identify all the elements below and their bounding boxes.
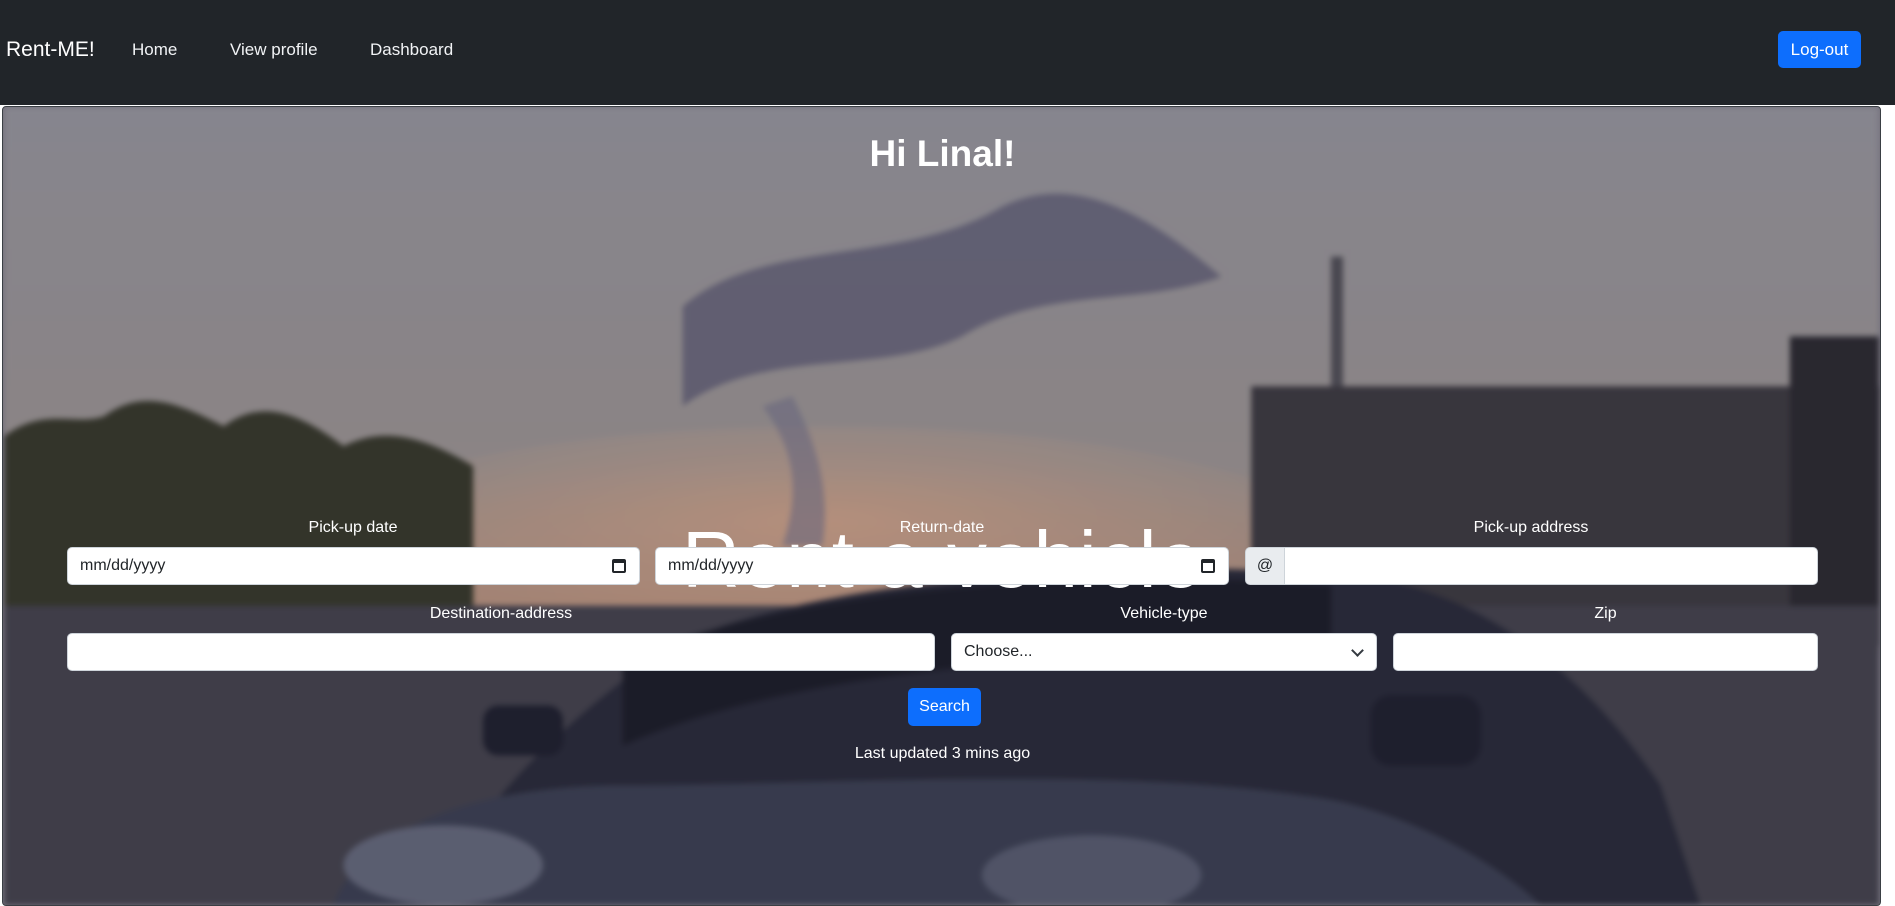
logout-button[interactable]: Log-out	[1778, 31, 1861, 68]
nav-link-home[interactable]: Home	[132, 38, 177, 62]
at-sign-addon: @	[1245, 547, 1285, 585]
zip-input[interactable]	[1393, 633, 1818, 671]
vehicle-type-selected: Choose...	[964, 643, 1033, 660]
pickup-address-label: Pick-up address	[1473, 519, 1589, 536]
destination-address-label: Destination-address	[429, 605, 573, 622]
pickup-date-label: Pick-up date	[308, 519, 398, 536]
zip-label: Zip	[1594, 605, 1617, 622]
nav-link-view-profile[interactable]: View profile	[230, 38, 318, 62]
vehicle-type-label: Vehicle-type	[1120, 605, 1208, 622]
last-updated-text: Last updated 3 mins ago	[854, 745, 1031, 762]
search-button[interactable]: Search	[908, 688, 981, 726]
calendar-icon[interactable]	[1201, 559, 1215, 573]
hero-section: Hi Linal! Rent a vehicle Pick-up date Re…	[2, 106, 1881, 906]
return-date-placeholder: mm/dd/yyyy	[668, 557, 754, 574]
return-date-label: Return-date	[899, 519, 985, 536]
pickup-date-placeholder: mm/dd/yyyy	[80, 557, 166, 574]
calendar-icon[interactable]	[612, 559, 626, 573]
nav-link-dashboard[interactable]: Dashboard	[370, 38, 453, 62]
brand-link[interactable]: Rent-ME!	[6, 36, 95, 64]
destination-address-input[interactable]	[67, 633, 935, 671]
vehicle-type-select[interactable]: Choose...	[951, 633, 1377, 671]
greeting-heading: Hi Linal!	[869, 133, 1016, 174]
pickup-date-input[interactable]: mm/dd/yyyy	[67, 547, 640, 585]
pickup-address-input[interactable]	[1284, 547, 1818, 585]
return-date-input[interactable]: mm/dd/yyyy	[655, 547, 1229, 585]
chevron-down-icon	[1351, 644, 1364, 657]
navbar: Rent-ME! Home View profile Dashboard Log…	[0, 0, 1895, 105]
